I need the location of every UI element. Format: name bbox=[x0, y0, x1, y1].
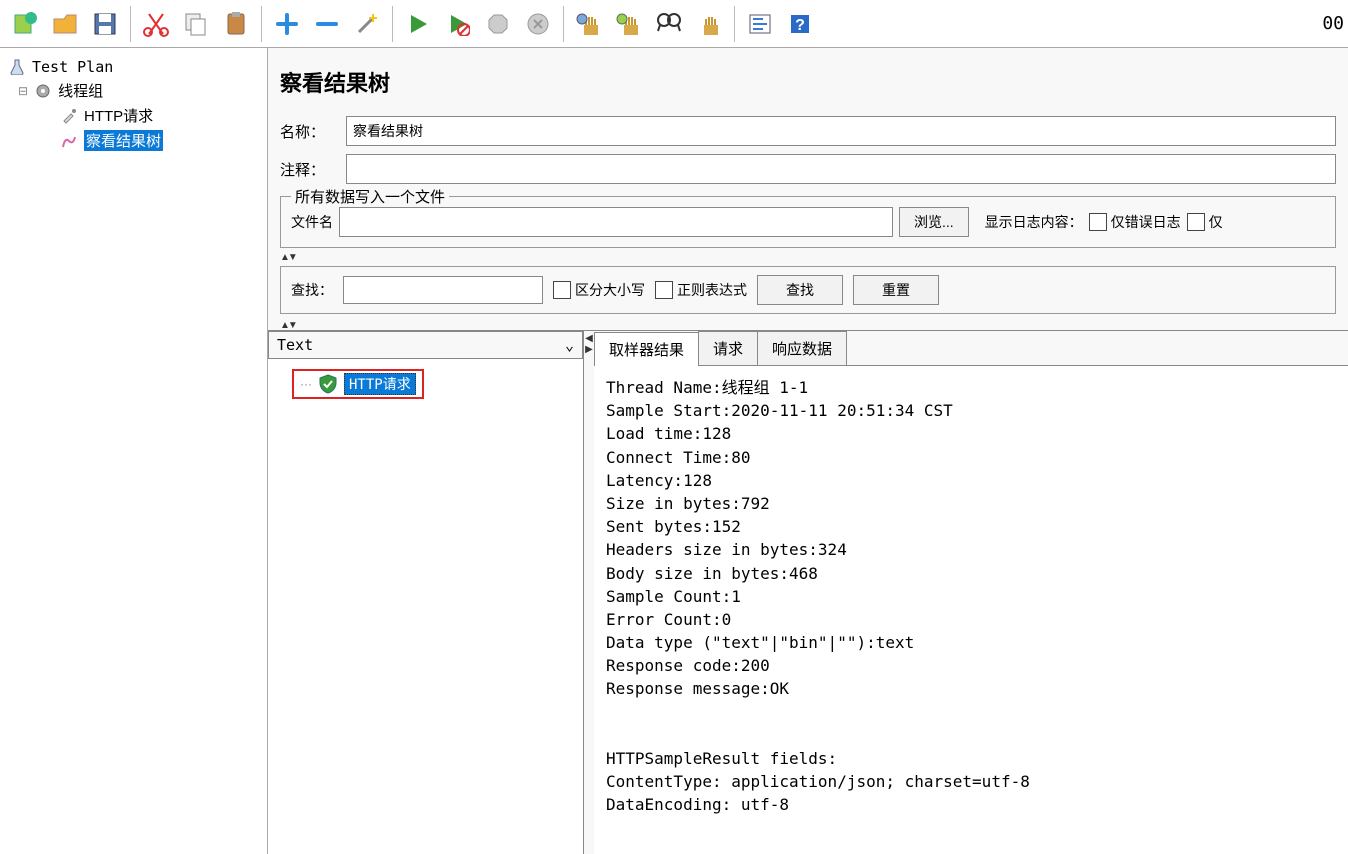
wand-icon[interactable] bbox=[348, 5, 386, 43]
svg-text:?: ? bbox=[795, 17, 805, 34]
name-label: 名称： bbox=[280, 121, 336, 142]
open-icon[interactable] bbox=[46, 5, 84, 43]
function-icon[interactable] bbox=[741, 5, 779, 43]
toolbar-separator bbox=[734, 6, 735, 42]
result-item-http[interactable]: ··· HTTP请求 bbox=[292, 369, 424, 399]
tree-label: 察看结果树 bbox=[84, 130, 163, 151]
panel-title: 察看结果树 bbox=[268, 48, 1348, 112]
tab-sampler-result[interactable]: 取样器结果 bbox=[594, 332, 699, 366]
toolbar-separator bbox=[261, 6, 262, 42]
tree-item-http-request[interactable]: HTTP请求 bbox=[4, 103, 263, 128]
name-input[interactable] bbox=[346, 116, 1336, 146]
case-sensitive-checkbox[interactable]: 区分大小写 bbox=[553, 280, 645, 300]
comment-input[interactable] bbox=[346, 154, 1336, 184]
copy-icon[interactable] bbox=[177, 5, 215, 43]
find-row: 查找： 区分大小写 正则表达式 查找 重置 bbox=[280, 266, 1336, 314]
splitter-horizontal[interactable]: ▲▼ bbox=[268, 252, 1348, 262]
toolbar: ? 00 bbox=[0, 0, 1348, 48]
tree-label: HTTP请求 bbox=[84, 105, 153, 126]
success-shield-icon bbox=[318, 374, 338, 394]
results-tree: ··· HTTP请求 bbox=[268, 359, 583, 854]
shutdown-icon[interactable] bbox=[519, 5, 557, 43]
save-icon[interactable] bbox=[86, 5, 124, 43]
gear-icon bbox=[34, 82, 52, 100]
chevron-down-icon: ⌄ bbox=[565, 336, 574, 354]
filename-label: 文件名 bbox=[291, 212, 333, 232]
tree-connector: ··· bbox=[300, 377, 312, 391]
run-icon[interactable] bbox=[399, 5, 437, 43]
result-tabs: 取样器结果 请求 响应数据 bbox=[594, 331, 1348, 366]
regex-checkbox[interactable]: 正则表达式 bbox=[655, 280, 747, 300]
file-fieldset: 所有数据写入一个文件 文件名 浏览... 显示日志内容： 仅错误日志 仅 bbox=[280, 196, 1336, 248]
content-panel: 察看结果树 名称： 注释： 所有数据写入一个文件 文件名 浏览... 显示日志内… bbox=[268, 48, 1348, 854]
clear-icon[interactable] bbox=[570, 5, 608, 43]
errors-only-checkbox[interactable]: 仅错误日志 bbox=[1089, 212, 1181, 232]
file-legend: 所有数据写入一个文件 bbox=[291, 186, 449, 207]
new-icon[interactable] bbox=[6, 5, 44, 43]
tree-connector: ⊟ bbox=[18, 84, 28, 98]
browse-button[interactable]: 浏览... bbox=[899, 207, 969, 237]
find-label: 查找： bbox=[291, 280, 333, 300]
tree-item-test-plan[interactable]: Test Plan bbox=[4, 56, 263, 78]
tree-label: 线程组 bbox=[58, 80, 103, 101]
tree-label: Test Plan bbox=[32, 58, 113, 76]
tab-request[interactable]: 请求 bbox=[698, 331, 758, 365]
flask-icon bbox=[8, 58, 26, 76]
tree-item-view-results[interactable]: 察看结果树 bbox=[4, 128, 263, 153]
show-log-label: 显示日志内容： bbox=[985, 212, 1083, 232]
splitter-vertical[interactable] bbox=[584, 331, 594, 854]
comment-label: 注释： bbox=[280, 159, 336, 180]
result-label: HTTP请求 bbox=[344, 373, 416, 395]
filename-input[interactable] bbox=[339, 207, 893, 237]
dropper-icon bbox=[60, 107, 78, 125]
partial-checkbox[interactable]: 仅 bbox=[1187, 212, 1223, 232]
toolbar-counter: 00 bbox=[1322, 13, 1344, 34]
remove-icon[interactable] bbox=[308, 5, 346, 43]
results-list-panel: Text ⌄ ··· HTTP请求 bbox=[268, 331, 584, 854]
test-tree: Test Plan ⊟ 线程组 HTTP请求 察看结果树 bbox=[0, 48, 268, 854]
run-noready-icon[interactable] bbox=[439, 5, 477, 43]
sampler-result-text: Thread Name:线程组 1-1 Sample Start:2020-11… bbox=[594, 366, 1348, 854]
clean-icon[interactable] bbox=[690, 5, 728, 43]
results-tree-icon bbox=[60, 132, 78, 150]
tab-response-data[interactable]: 响应数据 bbox=[757, 331, 847, 365]
find-button[interactable]: 查找 bbox=[757, 275, 843, 305]
splitter-horizontal[interactable]: ▲▼ bbox=[268, 320, 1348, 330]
stop-icon[interactable] bbox=[479, 5, 517, 43]
toolbar-separator bbox=[130, 6, 131, 42]
add-icon[interactable] bbox=[268, 5, 306, 43]
results-format-select[interactable]: Text ⌄ bbox=[268, 331, 583, 359]
results-detail-panel: 取样器结果 请求 响应数据 Thread Name:线程组 1-1 Sample… bbox=[594, 331, 1348, 854]
clear-all-icon[interactable] bbox=[610, 5, 648, 43]
paste-icon[interactable] bbox=[217, 5, 255, 43]
toolbar-separator bbox=[392, 6, 393, 42]
find-input[interactable] bbox=[343, 276, 543, 304]
help-icon[interactable]: ? bbox=[781, 5, 819, 43]
search-icon[interactable] bbox=[650, 5, 688, 43]
cut-icon[interactable] bbox=[137, 5, 175, 43]
tree-item-thread-group[interactable]: ⊟ 线程组 bbox=[4, 78, 263, 103]
toolbar-separator bbox=[563, 6, 564, 42]
reset-button[interactable]: 重置 bbox=[853, 275, 939, 305]
